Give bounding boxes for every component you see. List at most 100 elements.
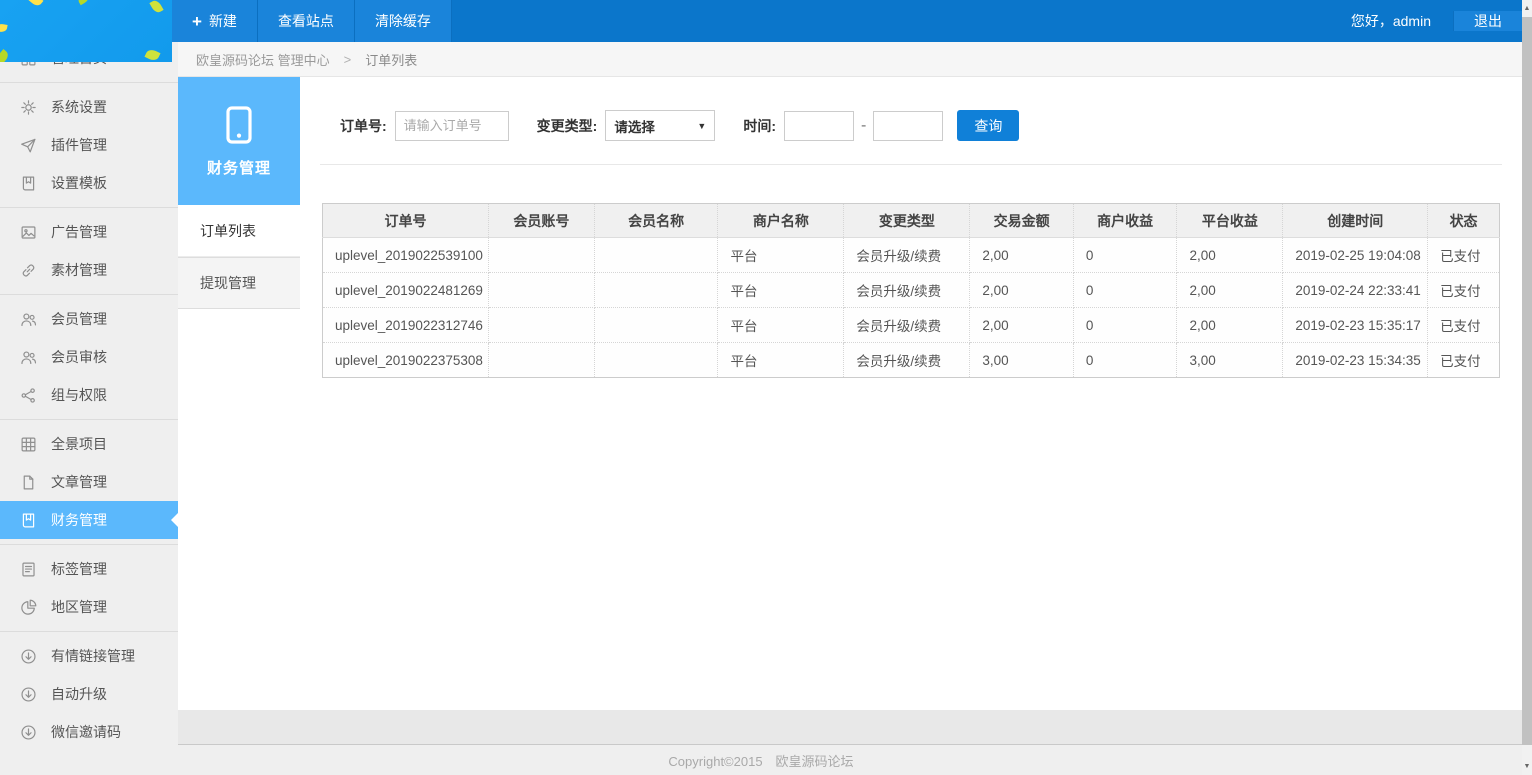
table-cell: 2,00 bbox=[1177, 308, 1283, 343]
table-cell: 2,00 bbox=[1177, 273, 1283, 308]
table-cell: 3,00 bbox=[970, 343, 1074, 378]
chevron-down-icon: ▼ bbox=[697, 121, 706, 131]
column-header: 商户名称 bbox=[718, 204, 844, 238]
table-cell: 2,00 bbox=[970, 308, 1074, 343]
sidebar-item-label: 广告管理 bbox=[51, 222, 107, 242]
table-row: uplevel_2019022481269平台会员升级/续费2,0002,002… bbox=[323, 273, 1500, 308]
table-cell: 2,00 bbox=[970, 238, 1074, 273]
search-button[interactable]: 查询 bbox=[957, 110, 1019, 141]
table-cell: 2019-02-23 15:35:17 bbox=[1283, 308, 1428, 343]
download-icon bbox=[20, 686, 37, 703]
time-label: 时间: bbox=[743, 116, 776, 136]
sidebar-item-system-settings[interactable]: 系统设置 bbox=[0, 88, 178, 126]
sidebar-item-plugins[interactable]: 插件管理 bbox=[0, 126, 178, 164]
site-logo[interactable] bbox=[0, 0, 172, 62]
new-button[interactable]: +新建 bbox=[172, 0, 258, 42]
table-cell: 平台 bbox=[718, 343, 844, 378]
column-header: 创建时间 bbox=[1283, 204, 1428, 238]
sidebar-item-friend-links[interactable]: 有情链接管理 bbox=[0, 637, 178, 675]
sidebar-item-ads[interactable]: 广告管理 bbox=[0, 213, 178, 251]
table-cell: 会员升级/续费 bbox=[844, 343, 970, 378]
clear-cache-button[interactable]: 清除缓存 bbox=[355, 0, 452, 42]
content-bottom-strip bbox=[178, 710, 1522, 745]
column-header: 会员账号 bbox=[488, 204, 594, 238]
sidebar-item-templates[interactable]: 设置模板 bbox=[0, 164, 178, 202]
scroll-down-arrow[interactable]: ▼ bbox=[1522, 759, 1532, 774]
table-cell: 已支付 bbox=[1428, 238, 1500, 273]
plus-icon: + bbox=[192, 13, 202, 30]
table-cell: 3,00 bbox=[1177, 343, 1283, 378]
sidebar-item-label: 微信邀请码 bbox=[51, 722, 121, 742]
table-row: uplevel_2019022375308平台会员升级/续费3,0003,002… bbox=[323, 343, 1500, 378]
logout-button[interactable]: 退出 bbox=[1453, 11, 1522, 31]
sidebar-item-panorama-projects[interactable]: 全景项目 bbox=[0, 425, 178, 463]
scroll-up-arrow[interactable]: ▲ bbox=[1522, 1, 1532, 16]
submenu-item-label: 订单列表 bbox=[200, 221, 256, 241]
time-end-input[interactable] bbox=[873, 111, 943, 141]
table-row: uplevel_2019022539100平台会员升级/续费2,0002,002… bbox=[323, 238, 1500, 273]
sidebar-divider bbox=[0, 419, 178, 420]
topbar-button-label: 清除缓存 bbox=[375, 11, 431, 31]
sidebar-item-groups-permissions[interactable]: 组与权限 bbox=[0, 376, 178, 414]
table-cell: 2019-02-23 15:34:35 bbox=[1283, 343, 1428, 378]
submenu-item-withdraw[interactable]: 提现管理 bbox=[178, 257, 300, 309]
sidebar-item-regions[interactable]: 地区管理 bbox=[0, 588, 178, 626]
topbar: +新建查看站点清除缓存 您好，admin 退出 bbox=[172, 0, 1522, 42]
table-cell: 会员升级/续费 bbox=[844, 273, 970, 308]
sidebar-item-articles[interactable]: 文章管理 bbox=[0, 463, 178, 501]
sidebar-item-label: 素材管理 bbox=[51, 260, 107, 280]
sidebar-item-materials[interactable]: 素材管理 bbox=[0, 251, 178, 289]
sidebar-item-label: 设置模板 bbox=[51, 173, 107, 193]
table-cell: 已支付 bbox=[1428, 308, 1500, 343]
column-header: 商户收益 bbox=[1073, 204, 1177, 238]
sidebar-item-label: 标签管理 bbox=[51, 559, 107, 579]
gear-icon bbox=[20, 99, 37, 116]
table-cell: 2019-02-24 22:33:41 bbox=[1283, 273, 1428, 308]
phone-icon bbox=[219, 105, 259, 145]
table-cell: uplevel_2019022481269 bbox=[323, 273, 489, 308]
leaf-decoration bbox=[0, 49, 10, 62]
image-icon bbox=[20, 224, 37, 241]
leaf-decoration bbox=[144, 48, 160, 62]
note-icon bbox=[20, 561, 37, 578]
table-cell bbox=[594, 343, 718, 378]
column-header: 会员名称 bbox=[594, 204, 718, 238]
sidebar-item-auto-upgrade[interactable]: 自动升级 bbox=[0, 675, 178, 713]
submenu-item-order-list[interactable]: 订单列表 bbox=[178, 205, 300, 257]
table-cell: 平台 bbox=[718, 238, 844, 273]
sidebar: 管理首页系统设置插件管理设置模板广告管理素材管理会员管理会员审核组与权限全景项目… bbox=[0, 0, 178, 775]
column-header: 变更类型 bbox=[844, 204, 970, 238]
order-no-input[interactable] bbox=[395, 111, 509, 141]
breadcrumb-separator: > bbox=[344, 52, 352, 67]
table-cell: 平台 bbox=[718, 308, 844, 343]
sidebar-item-member-review[interactable]: 会员审核 bbox=[0, 338, 178, 376]
table-cell: 平台 bbox=[718, 273, 844, 308]
sidebar-divider bbox=[0, 544, 178, 545]
scrollbar[interactable]: ▲ ▼ bbox=[1522, 0, 1532, 775]
paper-plane-icon bbox=[20, 137, 37, 154]
table-cell bbox=[594, 238, 718, 273]
sidebar-item-members[interactable]: 会员管理 bbox=[0, 300, 178, 338]
scrollbar-thumb[interactable] bbox=[1522, 17, 1532, 745]
sidebar-item-wechat-invite-code[interactable]: 微信邀请码 bbox=[0, 713, 178, 751]
sidebar-item-label: 文章管理 bbox=[51, 472, 107, 492]
divider bbox=[320, 164, 1502, 165]
sidebar-item-finance[interactable]: 财务管理 bbox=[0, 501, 178, 539]
change-type-select[interactable]: 请选择 ▼ bbox=[605, 110, 715, 141]
time-start-input[interactable] bbox=[784, 111, 854, 141]
table-cell: 已支付 bbox=[1428, 273, 1500, 308]
sidebar-item-label: 有情链接管理 bbox=[51, 646, 135, 666]
order-no-label: 订单号: bbox=[340, 116, 387, 136]
table-cell bbox=[594, 308, 718, 343]
download-icon bbox=[20, 724, 37, 741]
breadcrumb-site[interactable]: 欧皇源码论坛 管理中心 bbox=[196, 50, 330, 69]
sidebar-item-label: 插件管理 bbox=[51, 135, 107, 155]
table-cell: uplevel_2019022539100 bbox=[323, 238, 489, 273]
view-site-button[interactable]: 查看站点 bbox=[258, 0, 355, 42]
sidebar-item-label: 会员审核 bbox=[51, 347, 107, 367]
sidebar-item-label: 财务管理 bbox=[51, 510, 107, 530]
main-content: 订单号: 变更类型: 请选择 ▼ 时间: - 查询 订单号会员账号会员名称商户名… bbox=[300, 77, 1522, 710]
leaf-decoration bbox=[149, 0, 163, 14]
table-cell bbox=[488, 238, 594, 273]
sidebar-item-tags[interactable]: 标签管理 bbox=[0, 550, 178, 588]
